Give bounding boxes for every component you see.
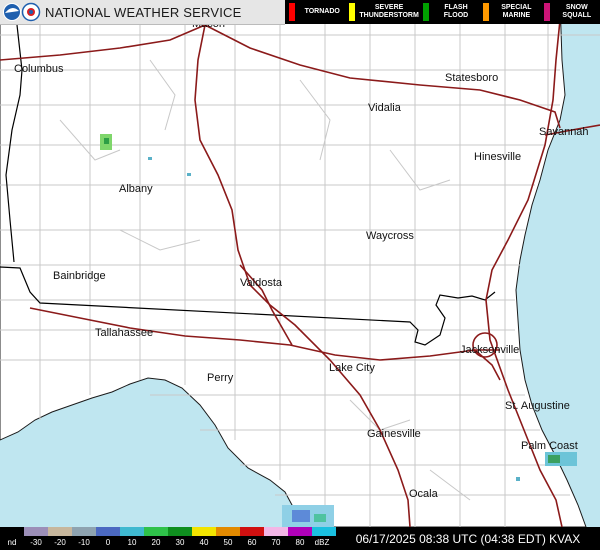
city-label: Palm Coast bbox=[521, 440, 578, 452]
radar-echo bbox=[292, 510, 310, 522]
scale-unit-label: dBZ bbox=[314, 538, 330, 547]
scale-tick-label: 30 bbox=[175, 538, 185, 547]
city-label: Savannah bbox=[539, 126, 589, 138]
scale-tick-label: 20 bbox=[151, 538, 161, 547]
radar-echo bbox=[187, 173, 191, 176]
radar-echo bbox=[516, 477, 520, 481]
nws-logo-icon bbox=[3, 2, 41, 22]
legend-label: FLASH FLOOD bbox=[443, 4, 469, 19]
city-label: Waycross bbox=[366, 230, 414, 242]
scale-tick-label: 80 bbox=[295, 538, 305, 547]
snow-squall-swatch bbox=[543, 3, 550, 21]
legend-flash-flood: FLASH FLOOD bbox=[419, 0, 479, 24]
legend-snow-squall: SNOW SQUALL bbox=[540, 0, 600, 24]
radar-echo bbox=[548, 455, 560, 463]
timestamp-station: 06/17/2025 08:38 UTC (04:38 EDT) KVAX bbox=[336, 527, 600, 550]
scale-tick-label: -10 bbox=[78, 538, 90, 547]
city-label: Lake City bbox=[329, 362, 375, 374]
radar-echo bbox=[104, 138, 109, 144]
header-title: NATIONAL WEATHER SERVICE bbox=[45, 4, 242, 20]
city-label: Hinesville bbox=[474, 151, 521, 163]
legend-special-marine: SPECIAL MARINE bbox=[479, 0, 539, 24]
scale-tick-label: 0 bbox=[105, 538, 111, 547]
legend-label: SNOW SQUALL bbox=[562, 4, 592, 19]
flash-flood-swatch bbox=[422, 3, 429, 21]
dbz-color-scale: nd -30 -20 -10 0 10 20 30 40 50 60 70 80… bbox=[0, 527, 336, 550]
city-label: Vidalia bbox=[368, 102, 402, 114]
severe-thunderstorm-swatch bbox=[349, 3, 356, 21]
city-label: Gainesville bbox=[367, 428, 421, 440]
nws-header: NATIONAL WEATHER SERVICE bbox=[0, 0, 285, 25]
city-label: Jacksonville bbox=[460, 344, 519, 356]
radar-map-frame: Macon Columbus Statesboro Vidalia Savann… bbox=[0, 0, 600, 550]
scale-tick-label: 70 bbox=[271, 538, 281, 547]
radar-echo bbox=[148, 157, 152, 160]
city-label: Statesboro bbox=[445, 72, 498, 84]
radar-echo bbox=[314, 514, 326, 522]
special-marine-swatch bbox=[483, 3, 490, 21]
scale-tick-label: 50 bbox=[223, 538, 233, 547]
radar-map: Macon Columbus Statesboro Vidalia Savann… bbox=[0, 0, 600, 550]
city-label: Albany bbox=[119, 183, 153, 195]
legend-label: SEVERE THUNDERSTORM bbox=[359, 4, 419, 19]
dbz-color-bar bbox=[0, 527, 336, 536]
tornado-swatch bbox=[289, 3, 295, 21]
legend-label: TORNADO bbox=[304, 8, 340, 15]
legend-severe-thunderstorm: SEVERE THUNDERSTORM bbox=[345, 0, 419, 24]
city-label: St. Augustine bbox=[505, 400, 570, 412]
scale-tick-label: 10 bbox=[127, 538, 137, 547]
legend-label: SPECIAL MARINE bbox=[501, 4, 532, 19]
scale-tick-label: 40 bbox=[199, 538, 209, 547]
warning-legend: TORNADO SEVERE THUNDERSTORM FLASH FLOOD … bbox=[285, 0, 600, 24]
scale-tick-label: -30 bbox=[30, 538, 42, 547]
scale-tick-label: 60 bbox=[247, 538, 257, 547]
scale-nd-label: nd bbox=[7, 538, 17, 547]
city-label: Bainbridge bbox=[53, 270, 106, 282]
city-label: Columbus bbox=[14, 63, 64, 75]
legend-tornado: TORNADO bbox=[285, 0, 345, 24]
city-label: Ocala bbox=[409, 488, 439, 500]
city-label: Valdosta bbox=[240, 277, 283, 289]
logo-group bbox=[3, 2, 41, 22]
city-label: Perry bbox=[207, 372, 234, 384]
scale-tick-label: -20 bbox=[54, 538, 66, 547]
city-label: Tallahassee bbox=[95, 327, 153, 339]
